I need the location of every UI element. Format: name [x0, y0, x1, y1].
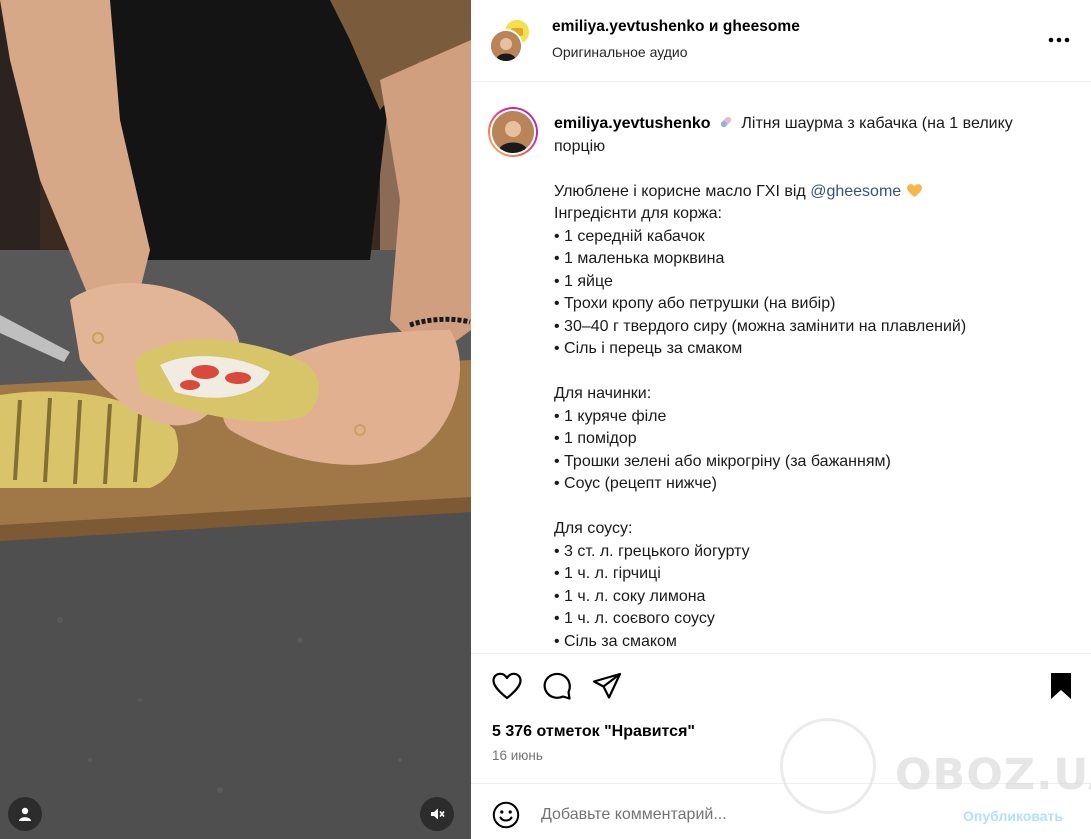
collab-avatars[interactable] [489, 18, 533, 63]
publish-button[interactable]: Опубликовать [963, 808, 1063, 824]
caption-line: • 1 ч. л. соку лимона [554, 587, 706, 605]
caption-line: • 1 помідор [554, 430, 637, 447]
caption-line: • 30–40 г твердого сиру (можна замінити … [554, 317, 967, 335]
emoji-picker-button[interactable] [491, 800, 521, 830]
caption-line: порцію [554, 137, 606, 155]
caption-line: Для начинки: [554, 385, 652, 402]
pill-emoji-icon [720, 116, 732, 128]
caption-line: • Соус (рецепт нижче) [554, 475, 717, 492]
caption-line: • 1 маленька морквина [554, 250, 725, 267]
caption-avatar[interactable] [488, 107, 538, 157]
comment-input[interactable]: Добавьте комментарий... [541, 806, 727, 824]
share-button[interactable] [591, 670, 623, 702]
caption-line: • 1 ч. л. соєвого соусу [554, 610, 715, 627]
avatar-emiliya [489, 29, 523, 63]
caption-line: • Трохи кропу або петрушки (на вибір) [554, 295, 836, 312]
comment-icon [543, 672, 571, 700]
audio-label[interactable]: Оригинальное аудио [552, 44, 688, 60]
post-header: emiliya.yevtushenko и gheesome Оригиналь… [471, 0, 1091, 82]
caption-text: emiliya.yevtushenko Літня шаурма з кабач… [554, 113, 1064, 653]
heart-icon [492, 672, 522, 700]
post-date[interactable]: 16 июнь [492, 748, 543, 763]
more-horizontal-icon [1048, 37, 1070, 43]
caption-line: • 1 середній кабачок [554, 227, 705, 245]
smiley-icon [492, 801, 520, 829]
caption-line: • 1 яйце [554, 272, 613, 290]
user-icon [19, 807, 31, 821]
caption-line: Інгредієнти для коржа: [554, 205, 722, 222]
paper-plane-icon [592, 672, 622, 699]
caption-line: Для соусу: [554, 520, 633, 537]
caption-line: • Сіль і перець за смаком [554, 340, 743, 357]
caption-line: • 1 куряче філе [554, 407, 667, 425]
post-caption: emiliya.yevtushenko Літня шаурма з кабач… [471, 82, 1091, 653]
tagged-users-button[interactable] [8, 797, 42, 831]
comment-bar: Добавьте комментарий... Опубликовать [471, 783, 1091, 839]
bookmark-filled-icon [1051, 673, 1071, 699]
caption-line: Літня шаурма з кабачка (на 1 велику [741, 115, 1013, 132]
caption-line: • Трошки зелені або мікрогріну (за бажан… [554, 452, 891, 470]
yellow-heart-emoji-icon [906, 183, 922, 197]
caption-line: • Сіль за смаком [554, 632, 677, 650]
caption-line: Улюблене і корисне масло ГХІ від [554, 182, 811, 200]
caption-line: • 3 ст. л. грецького йогурту [554, 542, 750, 560]
mention-link[interactable]: @gheesome [810, 183, 901, 200]
video-player[interactable] [0, 0, 471, 839]
post-sidebar: emiliya.yevtushenko и gheesome Оригиналь… [471, 0, 1091, 839]
like-button[interactable] [491, 670, 523, 702]
speaker-muted-icon [431, 808, 445, 820]
save-button[interactable] [1045, 670, 1077, 702]
mute-button[interactable] [420, 797, 454, 831]
comment-button[interactable] [541, 670, 573, 702]
post-authors[interactable]: emiliya.yevtushenko и gheesome [552, 18, 800, 36]
likes-count[interactable]: 5 376 отметок "Нравится" [492, 723, 695, 741]
caption-username[interactable]: emiliya.yevtushenko [554, 115, 711, 132]
post-actions: 5 376 отметок "Нравится" 16 июнь [471, 653, 1091, 783]
video-frame [0, 0, 471, 839]
caption-line: • 1 ч. л. гірчиці [554, 565, 661, 582]
more-options-button[interactable] [1047, 28, 1071, 52]
